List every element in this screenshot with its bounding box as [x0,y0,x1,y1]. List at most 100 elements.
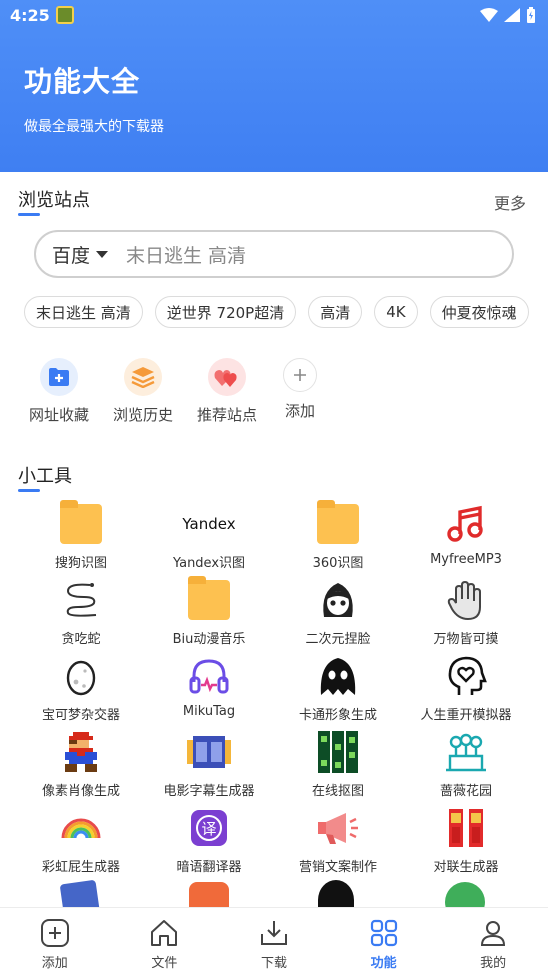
quick-label: 推荐站点 [196,406,257,424]
tool-rainbow-compliment[interactable]: 彩虹屁生成器 [16,806,146,875]
history-chip[interactable]: 4K [374,296,418,328]
tool-360-image-search[interactable]: 360识图 [273,500,403,571]
home-icon [151,920,178,946]
search-engine-label: 百度 [52,244,91,267]
tool-label: 万物皆可摸 [433,632,499,647]
tool-mikutag[interactable]: MikuTag [144,654,274,719]
quick-label: 添加 [284,402,315,420]
signal-icon [504,8,520,22]
tool-marketing-copy[interactable]: 营销文案制作 [273,806,403,875]
tool-pokemon-fusion[interactable]: 宝可梦杂交器 [16,654,146,723]
rainbow-icon [59,806,103,850]
music-note-icon [444,502,488,546]
tool-label: 在线抠图 [311,784,364,799]
tool-pixel-portrait[interactable]: 像素肖像生成 [16,730,146,799]
nav-label: 添加 [41,956,68,971]
bottom-nav: 添加 文件 下载 功能 我的 [0,907,548,974]
quick-recommended[interactable]: 推荐站点 [187,358,267,425]
nav-add[interactable]: 添加 [0,908,110,974]
nav-label: 下载 [260,956,287,971]
tool-label: 暗语翻译器 [176,860,242,875]
egg-icon [59,654,103,698]
film-strip-icon [187,730,231,774]
pixel-mario-icon [59,730,103,774]
status-bar: 4:25 [10,4,536,26]
tool-label: 360识图 [312,556,364,571]
tool-label: 人生重开模拟器 [420,708,512,723]
tool-snake[interactable]: 贪吃蛇 [16,578,146,647]
quick-bookmarks[interactable]: 网址收藏 [19,358,99,425]
tool-label: 二次元捏脸 [305,632,371,647]
tool-rose-garden[interactable]: 蔷薇花园 [401,730,531,799]
head-heart-icon [444,654,488,698]
nav-profile[interactable]: 我的 [438,908,548,974]
tool-sogou-image-search[interactable]: 搜狗识图 [16,500,146,571]
bookmark-plus-icon [40,358,78,396]
header: 4:25 功能大全 做最全最强大的下载器 [0,0,548,172]
search-input[interactable]: 末日逃生 高清 [126,241,246,268]
tools-title-text: 小工具 [18,466,72,487]
quick-history[interactable]: 浏览历史 [103,358,183,425]
folder-icon [187,576,231,622]
tool-myfreemp3[interactable]: MyfreeMP3 [401,502,531,567]
nav-label: 功能 [370,956,397,971]
yandex-logo-text: Yandex [182,515,236,533]
tool-label: 搜狗识图 [54,556,107,571]
history-chips: 末日逃生 高清 逆世界 720P超清 高清 4K 仲夏夜惊魂 [24,296,548,330]
layers-icon [124,358,162,396]
add-square-icon [40,919,69,947]
history-chip[interactable]: 末日逃生 高清 [24,296,143,328]
yandex-logo: Yandex [182,502,235,546]
partial-palette-icon [189,882,229,907]
tool-yandex-image-search[interactable]: Yandex Yandex识图 [144,502,274,571]
title-underline [18,213,40,216]
headphones-icon [187,654,231,698]
partial-mail-icon [445,882,485,907]
tool-label: 蔷薇花园 [439,784,492,799]
history-chip[interactable]: 逆世界 720P超清 [154,296,297,328]
anime-face-icon [316,578,360,622]
wifi-icon [480,8,498,22]
tool-label: 卡通形象生成 [298,708,377,723]
tool-label: 贪吃蛇 [61,632,101,647]
person-icon [481,921,506,946]
browse-section-title: 浏览站点 [18,186,90,216]
film-grid-icon [316,730,360,774]
title-underline [18,489,40,492]
quick-add[interactable]: 添加 [260,358,340,421]
nav-label: 文件 [151,956,178,971]
tool-label: 对联生成器 [433,860,499,875]
tool-biu-anime-music[interactable]: Biu动漫音乐 [144,576,274,647]
battery-icon [527,7,535,23]
tool-life-restart[interactable]: 人生重开模拟器 [401,654,531,723]
garden-icon [444,730,488,774]
ghost-icon [316,654,360,698]
tool-movie-subtitle[interactable]: 电影字幕生成器 [144,730,274,799]
tool-couplet[interactable]: 对联生成器 [401,806,531,875]
tool-touch-anything[interactable]: 万物皆可摸 [401,578,531,647]
more-link[interactable]: 更多 [494,190,526,214]
tool-cartoon-avatar[interactable]: 卡通形象生成 [273,654,403,723]
search-engine-select[interactable]: 百度 [52,241,109,268]
tool-label: MyfreeMP3 [430,552,502,567]
translate-icon: 译 [187,806,231,850]
partial-silhouette-icon [318,880,354,907]
tool-label: 彩虹屁生成器 [41,860,120,875]
nav-features[interactable]: 功能 [329,908,439,974]
tool-cipher-translator[interactable]: 译 暗语翻译器 [144,806,274,875]
megaphone-icon [316,806,360,850]
quick-label: 网址收藏 [28,406,89,424]
tool-label: 电影字幕生成器 [163,784,255,799]
nav-files[interactable]: 文件 [110,908,220,974]
tool-anime-face[interactable]: 二次元捏脸 [273,578,403,647]
hearts-icon [208,358,246,396]
history-chip[interactable]: 仲夏夜惊魂 [429,296,529,328]
tool-label: Biu动漫音乐 [172,632,246,647]
nav-download[interactable]: 下载 [219,908,329,974]
history-chip[interactable]: 高清 [308,296,363,328]
tool-online-cutout[interactable]: 在线抠图 [273,730,403,799]
search-bar[interactable]: 百度 末日逃生 高清 [34,230,514,278]
plus-icon [283,358,317,392]
app-notification-icon [55,6,74,24]
status-icons [480,7,536,23]
